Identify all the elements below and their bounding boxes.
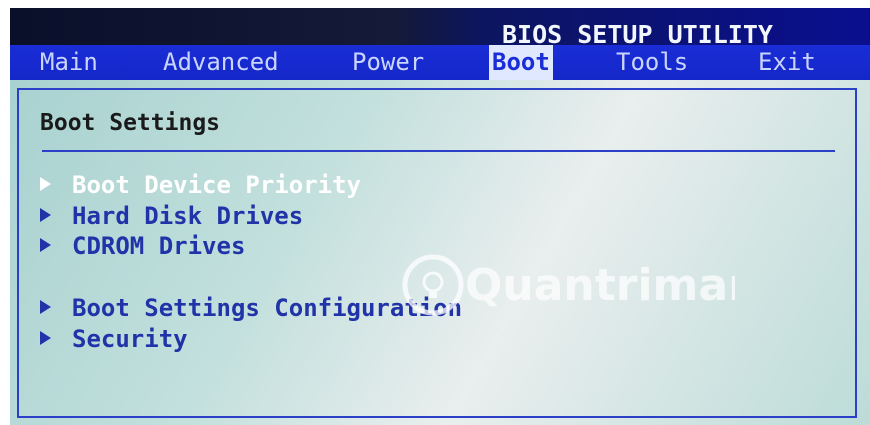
submenu-arrow-icon — [40, 331, 51, 345]
option-label: Boot Device Priority — [72, 171, 361, 199]
option-boot-device-priority[interactable]: Boot Device Priority — [40, 170, 361, 200]
option-label: Security — [72, 325, 188, 353]
section-divider — [42, 150, 835, 152]
submenu-arrow-icon — [40, 208, 51, 222]
option-label: Hard Disk Drives — [72, 202, 304, 230]
option-boot-settings-configuration[interactable]: Boot Settings Configuration — [40, 293, 462, 323]
bios-screen: BIOS SETUP UTILITY Main Advanced Power B… — [0, 0, 870, 425]
submenu-arrow-icon — [40, 300, 51, 314]
option-security[interactable]: Security — [40, 324, 188, 354]
option-cdrom-drives[interactable]: CDROM Drives — [40, 231, 245, 261]
title-bar: BIOS SETUP UTILITY — [10, 8, 870, 49]
option-label: CDROM Drives — [72, 232, 246, 260]
boot-panel: Boot Settings Boot Device Priority Hard … — [10, 80, 870, 425]
menu-item-exit[interactable]: Exit — [758, 45, 816, 80]
menu-item-boot[interactable]: Boot — [489, 45, 553, 80]
option-hard-disk-drives[interactable]: Hard Disk Drives — [40, 201, 303, 231]
menu-item-advanced[interactable]: Advanced — [163, 45, 279, 80]
menu-bar: Main Advanced Power Boot Tools Exit — [10, 45, 870, 80]
submenu-arrow-icon — [40, 177, 51, 191]
submenu-arrow-icon — [40, 238, 51, 252]
menu-item-tools[interactable]: Tools — [616, 45, 688, 80]
option-label: Boot Settings Configuration — [72, 294, 463, 322]
menu-item-power[interactable]: Power — [352, 45, 424, 80]
menu-item-main[interactable]: Main — [40, 45, 98, 80]
section-title: Boot Settings — [40, 110, 221, 136]
